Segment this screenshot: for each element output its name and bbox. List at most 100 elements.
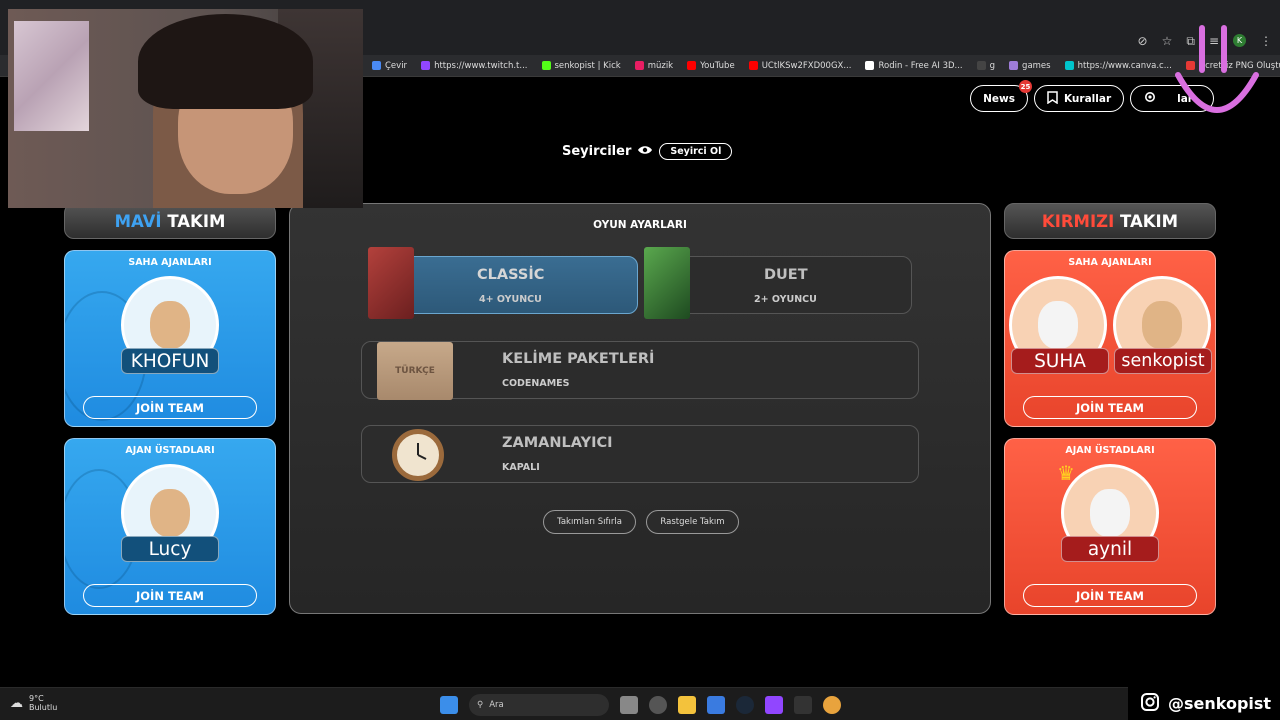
news-label: News <box>983 92 1015 105</box>
bookmark-label: müzik <box>647 60 674 71</box>
red-team-header: KIRMIZI TAKIM <box>1004 203 1216 239</box>
weather-widget[interactable]: ☁ 9°C Bulutlu <box>10 694 57 712</box>
hide-eye-icon[interactable]: ⊘ <box>1138 34 1148 49</box>
settings-title: OYUN AYARLARI <box>593 219 687 231</box>
mode-duet-players: 2+ OYUNCU <box>754 294 817 305</box>
bookmark-favicon-icon <box>748 61 758 70</box>
streamer-headphones <box>138 14 313 109</box>
blue-spymasters-card: AJAN ÜSTADLARI Lucy JOİN TEAM <box>64 438 276 615</box>
taskbar-search[interactable]: ⚲ Ara <box>469 694 609 716</box>
stream-smiley-logo <box>1175 25 1259 113</box>
timer-value: KAPALI <box>502 462 540 473</box>
chrome-dev-icon[interactable] <box>649 696 667 714</box>
temperature: 9°C <box>29 694 44 703</box>
mode-duet-name: DUET <box>764 267 808 283</box>
mode-classic-option[interactable]: CLASSİC 4+ OYUNCU <box>376 256 638 314</box>
weather-condition: Bulutlu <box>29 703 58 712</box>
webcam-overlay <box>8 9 363 208</box>
bookmark-label: https://www.twitch.t... <box>434 60 528 71</box>
cloud-icon: ☁ <box>10 695 23 711</box>
bookmark-label: g <box>989 60 996 71</box>
red-operatives-join-button[interactable]: JOİN TEAM <box>1023 396 1197 419</box>
blue-operatives-title: SAHA AJANLARI <box>128 257 212 268</box>
crown-icon: ♛ <box>1057 461 1075 485</box>
search-icon: ⚲ <box>477 700 484 710</box>
word-pack-value: CODENAMES <box>502 378 570 389</box>
bookmark-favicon-icon <box>541 61 551 70</box>
bookmark-favicon-icon <box>687 61 697 70</box>
game-settings-panel: OYUN AYARLARI CLASSİC 4+ OYUNCU DUET 2+ … <box>289 203 991 614</box>
steam-icon[interactable] <box>736 696 754 714</box>
blue-team-title-rest: TAKIM <box>167 211 226 231</box>
word-pack-option[interactable]: TÜRKÇE KELİME PAKETLERİ CODENAMES <box>361 341 919 400</box>
twitch-studio-icon[interactable] <box>765 696 783 714</box>
bookmark-item[interactable]: Rodin - Free AI 3D... <box>865 61 963 71</box>
timer-option[interactable]: ZAMANLAYICI KAPALI <box>361 425 919 483</box>
random-team-button[interactable]: Rastgele Takım <box>646 510 739 534</box>
bookmark-favicon-icon <box>865 61 875 70</box>
avatar-face <box>1090 489 1130 537</box>
instagram-overlay: @senkopist <box>1128 687 1280 720</box>
bookmark-icon <box>1047 90 1058 107</box>
red-spymasters-title: AJAN ÜSTADLARI <box>1065 445 1155 456</box>
bookmark-item[interactable]: senkopist | Kick <box>541 61 621 71</box>
task-view-icon[interactable] <box>620 696 638 714</box>
instagram-handle: @senkopist <box>1168 694 1272 713</box>
bookmark-item[interactable]: YouTube <box>687 61 735 71</box>
bookmark-item[interactable]: Çevir <box>372 61 407 71</box>
become-spectator-button[interactable]: Seyirci Ol <box>659 143 733 160</box>
rules-button[interactable]: Kurallar <box>1033 85 1125 112</box>
chrome-icon[interactable] <box>823 696 841 714</box>
word-pack-title: KELİME PAKETLERİ <box>502 351 655 367</box>
avatar-face <box>150 489 190 537</box>
bookmark-item[interactable]: https://www.twitch.t... <box>421 60 528 71</box>
avatar-face <box>1038 301 1078 349</box>
blue-operative-name[interactable]: KHOFUN <box>121 348 219 374</box>
red-operatives-card: SAHA AJANLARI SUHA senkopist JOİN TEAM <box>1004 250 1216 427</box>
blue-spymasters-join-button[interactable]: JOİN TEAM <box>83 584 257 607</box>
bookmark-favicon-icon <box>976 61 986 70</box>
taskbar-apps: ⚲ Ara <box>440 694 841 716</box>
bookmark-item[interactable]: müzik <box>634 60 674 71</box>
duet-box-art <box>644 247 690 319</box>
bookmark-item[interactable]: games <box>1009 61 1051 71</box>
windows-logo-icon[interactable] <box>440 696 458 714</box>
eye-icon <box>637 144 653 159</box>
bookmark-favicon-icon <box>634 61 644 70</box>
bookmark-label: YouTube <box>700 60 735 71</box>
red-operative-name-2[interactable]: senkopist <box>1114 348 1212 374</box>
blue-spymaster-name[interactable]: Lucy <box>121 536 219 562</box>
bookmark-item[interactable]: https://www.canva.c... <box>1064 61 1172 71</box>
wall-painting <box>14 21 89 131</box>
bookmark-star-icon[interactable]: ☆ <box>1162 34 1173 49</box>
spectators-label: Seyirciler <box>562 144 632 159</box>
file-explorer-icon[interactable] <box>678 696 696 714</box>
store-icon[interactable] <box>707 696 725 714</box>
classic-box-art <box>368 247 414 319</box>
bookmark-label: UCtlKSw2FXD00GX... <box>761 60 852 71</box>
mode-classic-players: 4+ OYUNCU <box>479 294 542 305</box>
red-operative-name-1[interactable]: SUHA <box>1011 348 1109 374</box>
mode-classic-name: CLASSİC <box>477 267 545 283</box>
news-count-badge: 25 <box>1018 80 1032 93</box>
bookmark-favicon-icon <box>1064 61 1074 70</box>
red-spymasters-join-button[interactable]: JOİN TEAM <box>1023 584 1197 607</box>
bookmark-favicon-icon <box>372 61 381 70</box>
blue-operatives-join-button[interactable]: JOİN TEAM <box>83 396 257 419</box>
news-button[interactable]: News 25 <box>970 80 1032 112</box>
red-operatives-title: SAHA AJANLARI <box>1068 257 1152 268</box>
epic-games-icon[interactable] <box>794 696 812 714</box>
reset-teams-button[interactable]: Takımları Sıfırla <box>543 510 636 534</box>
bookmark-item[interactable]: UCtlKSw2FXD00GX... <box>748 60 852 71</box>
windows-taskbar: ☁ 9°C Bulutlu ⚲ Ara <box>0 687 1280 720</box>
avatar-face <box>1142 301 1182 349</box>
bookmark-item[interactable]: g <box>976 60 996 71</box>
stopwatch-icon <box>392 429 444 481</box>
turkish-pack-box: TÜRKÇE <box>377 342 453 400</box>
red-spymaster-name[interactable]: aynil <box>1061 536 1159 562</box>
rules-label: Kurallar <box>1063 92 1112 105</box>
bookmark-label: Çevir <box>385 60 408 71</box>
bookmark-favicon-icon <box>421 61 431 70</box>
avatar-face <box>150 301 190 349</box>
instagram-icon <box>1140 692 1160 716</box>
